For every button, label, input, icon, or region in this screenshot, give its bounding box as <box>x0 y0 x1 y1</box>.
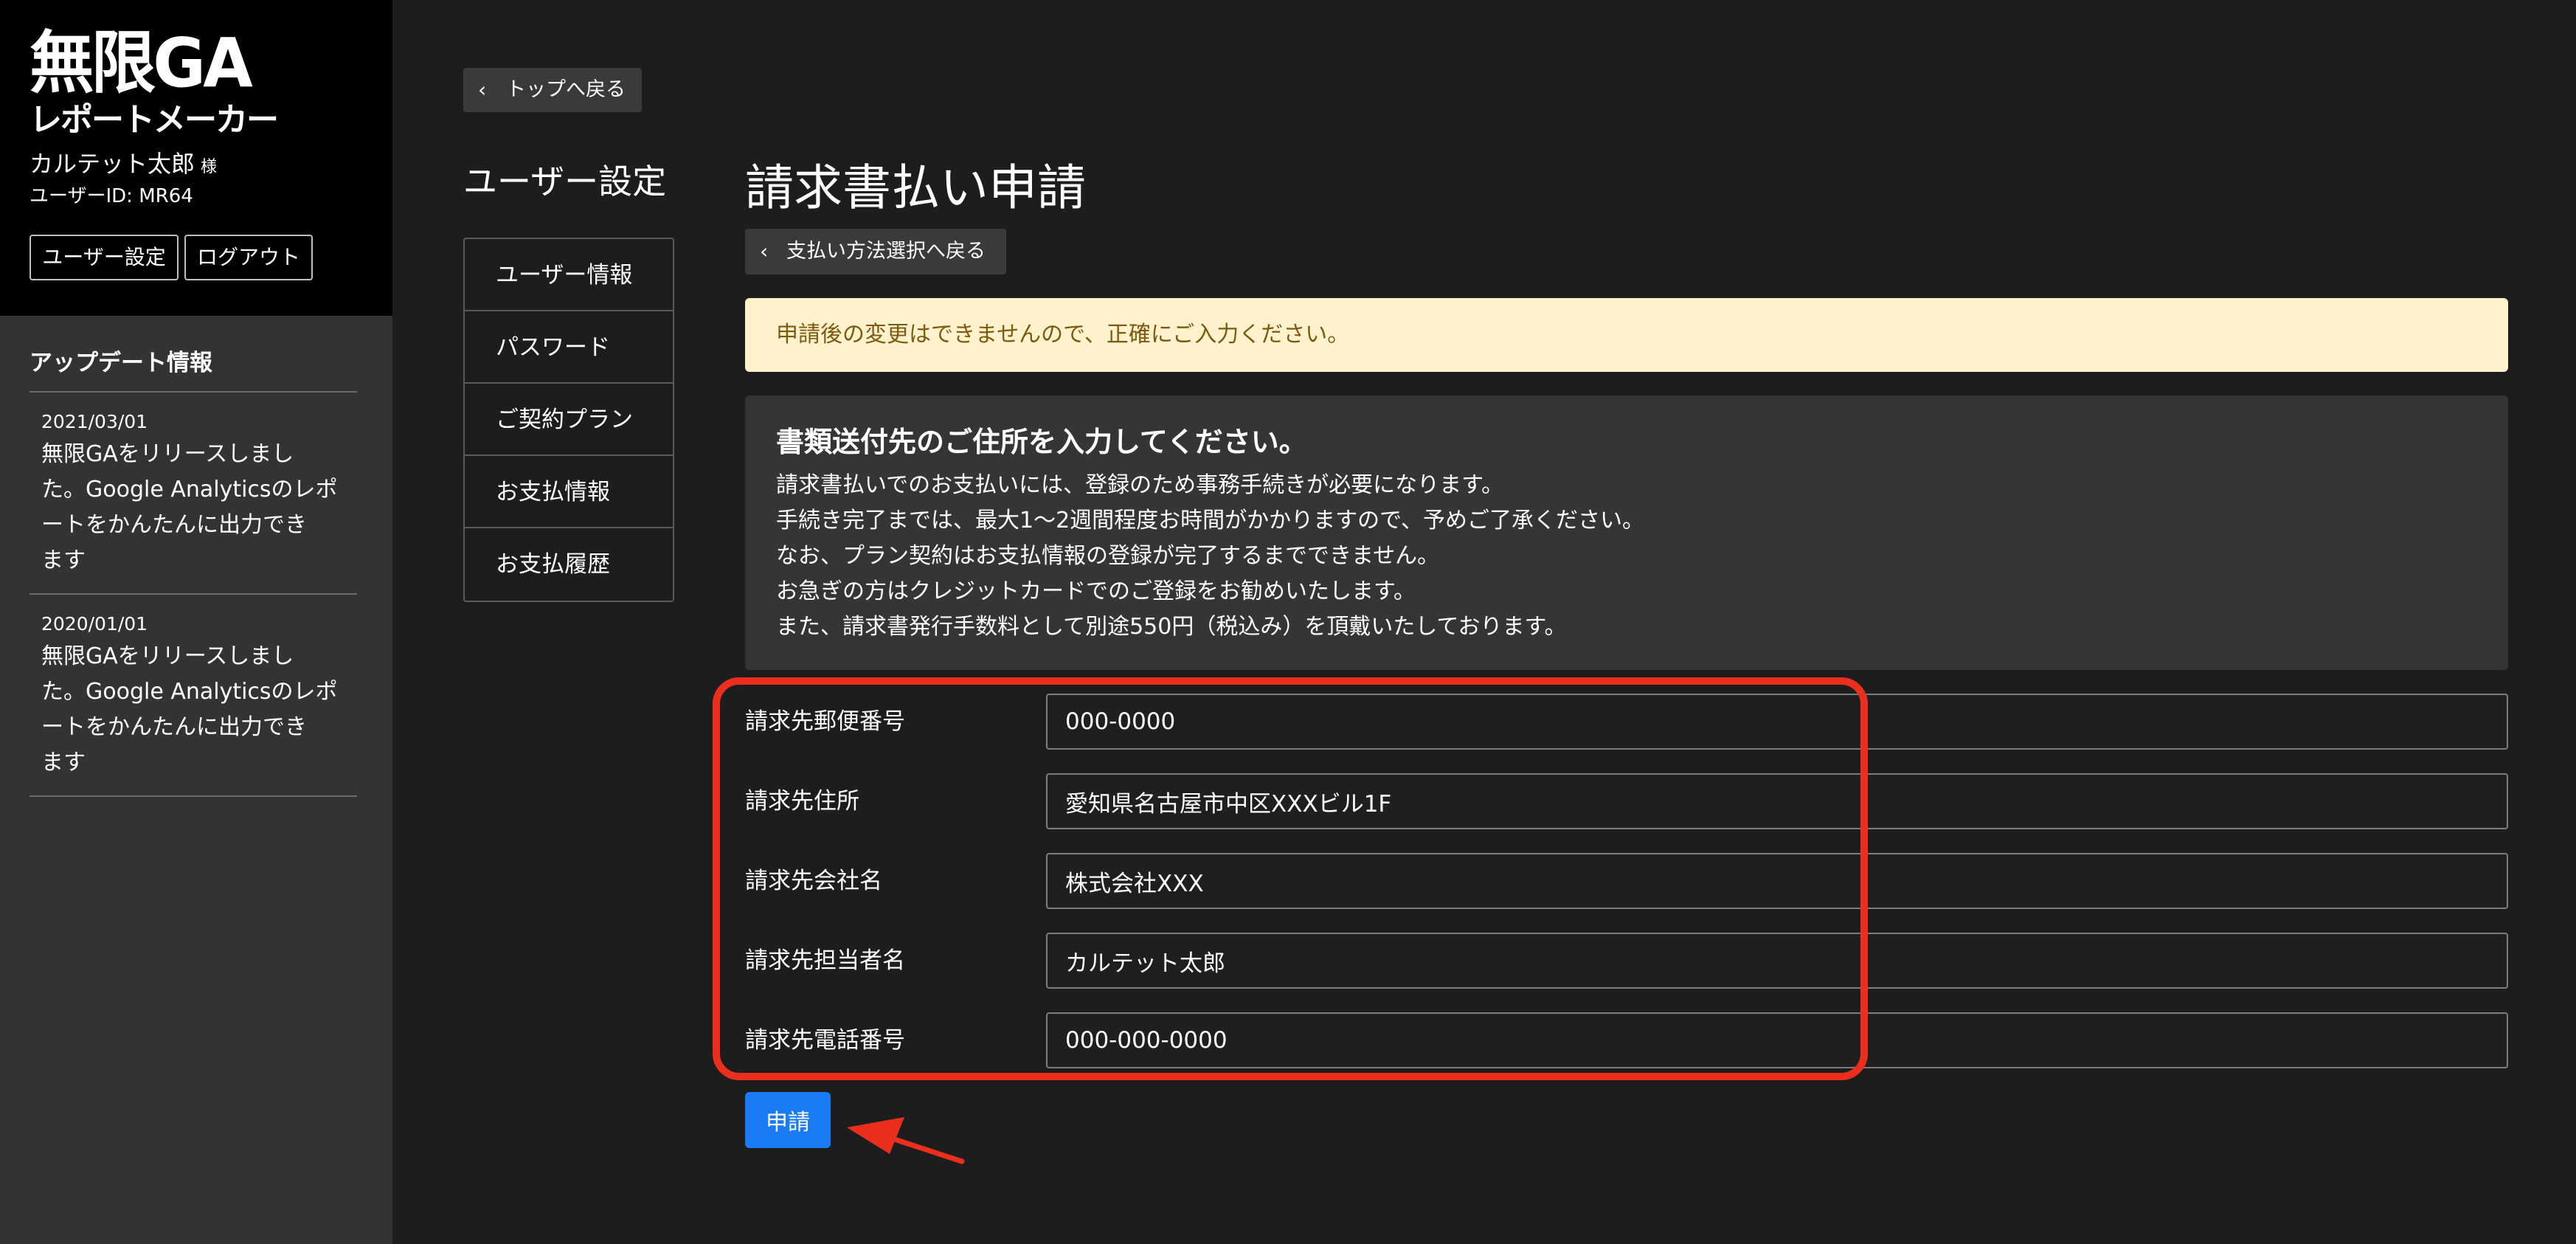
update-text-line: ートをかんたんに出力でき <box>41 714 307 740</box>
nav-item-user-info[interactable]: ユーザー情報 <box>465 239 673 311</box>
logo-subtitle: レポートメーカー <box>30 101 279 139</box>
update-text-line: ートをかんたんに出力でき <box>41 512 307 538</box>
update-item: 2021/03/01 無限GAをリリースしまし た。Google Analyti… <box>41 407 351 578</box>
user-settings-button[interactable]: ユーザー設定 <box>30 235 179 280</box>
info-title: 書類送付先のご住所を入力してください。 <box>776 426 1307 458</box>
user-name: カルテット太郎様 <box>30 148 217 184</box>
user-honorific: 様 <box>201 158 218 176</box>
warning-alert: 申請後の変更はできませんので、正確にご入力ください。 <box>745 298 2508 372</box>
update-text-line: た。Google Analyticsのレポ <box>41 679 338 705</box>
divider <box>30 795 357 797</box>
info-line: なお、プラン契約はお支払情報の登録が完了するまでできません。 <box>776 543 1440 569</box>
user-id: ユーザーID: MR64 <box>30 185 193 207</box>
settings-nav: ユーザー情報 パスワード ご契約プラン お支払情報 お支払履歴 <box>463 238 674 602</box>
update-text-line: 無限GAをリリースしまし <box>41 441 294 467</box>
logout-button[interactable]: ログアウト <box>184 235 313 280</box>
back-to-top-button[interactable]: ‹ トップへ戻る <box>463 68 642 112</box>
back-to-payment-method-label: 支払い方法選択へ戻る <box>786 240 986 263</box>
update-text-line: 無限GAをリリースしまし <box>41 643 294 669</box>
nav-item-plan[interactable]: ご契約プラン <box>465 384 673 456</box>
update-date: 2020/01/01 <box>41 613 148 635</box>
chevron-left-icon: ‹ <box>478 77 487 102</box>
annotation-highlight-box <box>713 677 1868 1080</box>
nav-item-password[interactable]: パスワード <box>465 311 673 384</box>
update-item: 2020/01/01 無限GAをリリースしまし た。Google Analyti… <box>41 609 351 781</box>
annotation-arrow-icon <box>847 1117 965 1164</box>
info-box: 書類送付先のご住所を入力してください。 請求書払いでのお支払いには、登録のため事… <box>745 395 2508 670</box>
update-date: 2021/03/01 <box>41 411 148 432</box>
nav-item-payment-history[interactable]: お支払履歴 <box>465 528 673 601</box>
nav-item-payment-info[interactable]: お支払情報 <box>465 456 673 528</box>
divider <box>30 593 357 595</box>
update-text-line: ます <box>41 750 86 775</box>
update-text-line: ます <box>41 547 86 573</box>
sidebar: 無限GA レポートメーカー カルテット太郎様 ユーザーID: MR64 ユーザー… <box>0 0 392 1244</box>
user-name-text: カルテット太郎 <box>30 150 195 178</box>
divider <box>30 391 357 393</box>
back-to-payment-method-button[interactable]: ‹ 支払い方法選択へ戻る <box>745 229 1006 274</box>
settings-title: ユーザー設定 <box>463 162 667 201</box>
info-line: 請求書払いでのお支払いには、登録のため事務手続きが必要になります。 <box>776 472 1504 498</box>
page-title: 請求書払い申請 <box>745 159 1086 216</box>
info-line: お急ぎの方はクレジットカードでのご登録をお勧めいたします。 <box>776 578 1416 604</box>
back-to-top-label: トップへ戻る <box>506 78 626 101</box>
updates-title: アップデート情報 <box>30 350 212 376</box>
sidebar-header: 無限GA レポートメーカー カルテット太郎様 ユーザーID: MR64 ユーザー… <box>0 0 392 316</box>
info-line: 手続き完了までは、最大1〜2週間程度お時間がかかりますので、予めご了承ください。 <box>776 508 1644 533</box>
update-text-line: た。Google Analyticsのレポ <box>41 477 338 502</box>
chevron-left-icon: ‹ <box>760 239 769 263</box>
info-line: また、請求書発行手数料として別途550円（税込み）を頂戴いたしております。 <box>776 614 1567 640</box>
submit-button[interactable]: 申請 <box>745 1092 831 1148</box>
logo[interactable]: 無限GA <box>30 27 253 100</box>
